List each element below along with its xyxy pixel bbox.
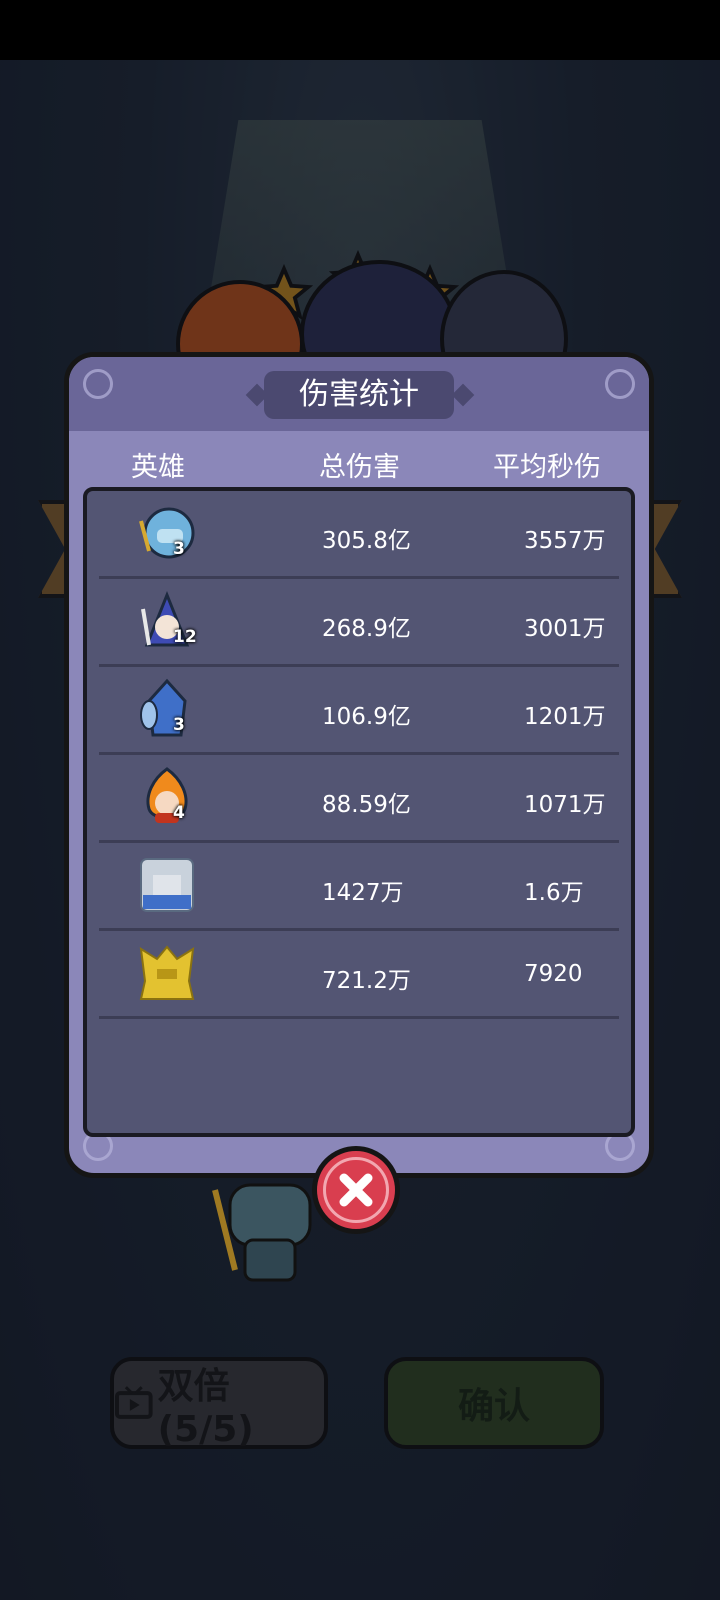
- golden-beast-hero-icon: [139, 945, 195, 1000]
- corner-ornament: [83, 369, 113, 399]
- hero-level: 3: [173, 539, 185, 559]
- close-dialog-button[interactable]: [312, 1146, 400, 1234]
- total-damage-value: 88.59亿: [322, 792, 411, 818]
- total-damage-value: 268.9亿: [322, 616, 411, 642]
- total-damage-value: 1427万: [322, 880, 404, 906]
- avg-dps-value: 1201万: [524, 704, 606, 730]
- avg-dps-value: 3557万: [524, 528, 606, 554]
- column-header-hero: 英雄: [131, 452, 185, 483]
- table-row: 1427万 1.6万: [87, 843, 631, 931]
- column-header-avg-dps: 平均秒伤: [493, 452, 601, 483]
- dialog-title: 伤害统计: [264, 371, 454, 419]
- table-row: 721.2万 7920: [87, 931, 631, 1019]
- avg-dps-value: 1071万: [524, 792, 606, 818]
- total-damage-value: 106.9亿: [322, 704, 411, 730]
- total-damage-value: 305.8亿: [322, 528, 411, 554]
- table-row: 12 268.9亿 3001万: [87, 579, 631, 667]
- damage-table: 3 305.8亿 3557万 12 268.9亿 3001万 3 106.9亿 …: [83, 487, 635, 1137]
- table-row: 3 106.9亿 1201万: [87, 667, 631, 755]
- status-bar: [0, 0, 720, 60]
- avg-dps-value: 1.6万: [524, 880, 584, 906]
- table-row: 3 305.8亿 3557万: [87, 491, 631, 579]
- hero-level: 4: [173, 803, 185, 823]
- hero-level: 12: [173, 627, 197, 647]
- fire-spirit-hero-icon: [146, 767, 188, 823]
- column-header-total-damage: 总伤害: [319, 452, 400, 483]
- avg-dps-value: 7920: [524, 961, 583, 987]
- avg-dps-value: 3001万: [524, 616, 606, 642]
- silver-paladin-hero-icon: [140, 858, 194, 912]
- row-divider: [99, 1016, 619, 1019]
- close-button-ring: [323, 1157, 389, 1223]
- total-damage-value: 721.2万: [322, 968, 411, 994]
- hero-level: 3: [173, 715, 185, 735]
- damage-stats-dialog: 伤害统计 英雄 总伤害 平均秒伤 3 305.8亿 3557万 12 268.9…: [64, 352, 654, 1178]
- corner-ornament: [605, 369, 635, 399]
- blue-mage-hero-icon: [139, 507, 195, 559]
- armored-knight-hero-icon: [140, 678, 187, 737]
- table-row: 4 88.59亿 1071万: [87, 755, 631, 843]
